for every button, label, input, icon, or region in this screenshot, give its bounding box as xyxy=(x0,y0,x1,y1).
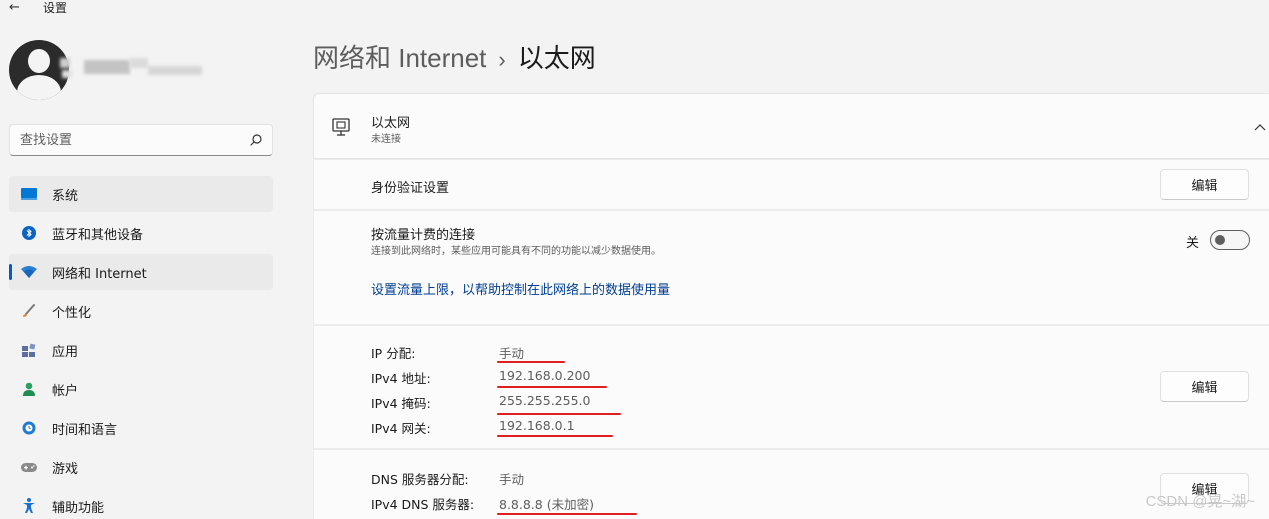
sidebar-item-label: 应用 xyxy=(52,344,79,360)
sidebar-item-label: 辅助功能 xyxy=(52,500,105,516)
wifi-icon xyxy=(21,264,37,280)
sidebar-item-accessibility[interactable]: 辅助功能 xyxy=(9,488,273,519)
ethernet-icon xyxy=(332,118,350,136)
ipv4-dns-value: 8.8.8.8 (未加密) xyxy=(499,497,594,512)
avatar-shoulders xyxy=(17,75,61,100)
ethernet-status: 未连接 xyxy=(371,134,401,145)
accessibility-icon xyxy=(21,498,37,514)
search-box[interactable] xyxy=(9,124,273,156)
dns-assignment-key: DNS 服务器分配: xyxy=(371,472,469,487)
person-icon xyxy=(21,381,37,397)
monitor-icon xyxy=(21,186,37,202)
ip-edit-button[interactable]: 编辑 xyxy=(1160,371,1249,402)
auth-settings-label: 身份验证设置 xyxy=(371,181,450,196)
sidebar-item-bluetooth[interactable]: 蓝牙和其他设备 xyxy=(9,215,273,251)
page-title: 以太网 xyxy=(517,43,596,73)
ipv4-mask-key: IPv4 掩码: xyxy=(371,396,431,411)
sidebar-item-label: 时间和语言 xyxy=(52,422,118,438)
annotation-underline xyxy=(497,413,621,415)
sidebar-item-label: 网络和 Internet xyxy=(52,266,147,282)
ip-assignment-value: 手动 xyxy=(499,346,525,361)
avatar-head xyxy=(28,49,50,73)
apps-icon xyxy=(21,342,37,358)
user-name-redacted xyxy=(58,56,203,82)
back-arrow-icon[interactable]: ← xyxy=(9,0,20,16)
auth-edit-button[interactable]: 编辑 xyxy=(1160,169,1249,200)
ipv4-address-key: IPv4 地址: xyxy=(371,371,431,386)
sidebar-item-accounts[interactable]: 帐户 xyxy=(9,371,273,407)
breadcrumb: 网络和 Internet › 以太网 xyxy=(313,40,596,78)
annotation-underline xyxy=(497,435,613,437)
sidebar-item-apps[interactable]: 应用 xyxy=(9,332,273,368)
active-indicator xyxy=(9,264,12,280)
metered-toggle-state: 关 xyxy=(1185,236,1199,251)
sidebar-item-label: 游戏 xyxy=(52,461,79,477)
globe-clock-icon xyxy=(21,420,37,436)
ip-settings-row: IP 分配: 手动 IPv4 地址: 192.168.0.200 IPv4 掩码… xyxy=(313,325,1269,449)
ipv4-mask-value: 255.255.255.0 xyxy=(499,393,591,408)
search-input[interactable] xyxy=(10,125,240,155)
sidebar-item-system[interactable]: 系统 xyxy=(9,176,273,212)
sidebar-item-personalization[interactable]: 个性化 xyxy=(9,293,273,329)
metered-toggle[interactable] xyxy=(1210,230,1250,250)
metered-description: 连接到此网络时，某些应用可能具有不同的功能以减少数据使用。 xyxy=(371,246,661,257)
annotation-underline xyxy=(497,386,607,388)
ipv4-gateway-key: IPv4 网关: xyxy=(371,421,431,436)
sidebar-item-time-language[interactable]: 时间和语言 xyxy=(9,410,273,446)
sidebar-item-label: 系统 xyxy=(52,188,79,204)
breadcrumb-parent[interactable]: 网络和 Internet xyxy=(313,43,486,73)
bluetooth-icon xyxy=(21,225,37,241)
title-bar: ← 设置 xyxy=(0,0,300,18)
ethernet-card-header[interactable]: 以太网 未连接 xyxy=(313,93,1269,159)
auth-settings-row: 身份验证设置 编辑 xyxy=(313,159,1269,210)
ipv4-dns-key: IPv4 DNS 服务器: xyxy=(371,497,475,512)
sidebar-item-network[interactable]: 网络和 Internet xyxy=(9,254,273,290)
dns-assignment-value: 手动 xyxy=(499,472,525,487)
dns-settings-row: DNS 服务器分配: 手动 IPv4 DNS 服务器: 8.8.8.8 (未加密… xyxy=(313,449,1269,519)
metered-label: 按流量计费的连接 xyxy=(371,228,476,243)
search-icon[interactable] xyxy=(249,133,263,147)
sidebar: 系统 蓝牙和其他设备 网络和 Internet 个性化 应用 xyxy=(0,18,285,519)
sidebar-item-label: 个性化 xyxy=(52,305,92,321)
ipv4-gateway-value: 192.168.0.1 xyxy=(499,418,575,433)
ipv4-address-value: 192.168.0.200 xyxy=(499,368,591,383)
chevron-up-icon[interactable] xyxy=(1254,122,1266,132)
brush-icon xyxy=(21,303,37,319)
sidebar-item-gaming[interactable]: 游戏 xyxy=(9,449,273,485)
watermark: CSDN @晃~湖~ xyxy=(1145,493,1255,510)
breadcrumb-separator-icon: › xyxy=(498,47,506,72)
data-limit-link[interactable]: 设置流量上限，以帮助控制在此网络上的数据使用量 xyxy=(371,279,670,298)
sidebar-item-label: 蓝牙和其他设备 xyxy=(52,227,144,243)
ip-assignment-key: IP 分配: xyxy=(371,346,416,361)
app-title: 设置 xyxy=(43,1,68,15)
metered-connection-row: 按流量计费的连接 连接到此网络时，某些应用可能具有不同的功能以减少数据使用。 关… xyxy=(313,210,1269,325)
ethernet-title: 以太网 xyxy=(371,116,411,131)
annotation-underline xyxy=(497,513,637,515)
sidebar-item-label: 帐户 xyxy=(52,383,79,399)
gamepad-icon xyxy=(21,459,37,475)
toggle-knob xyxy=(1215,235,1225,245)
annotation-underline xyxy=(497,361,565,363)
